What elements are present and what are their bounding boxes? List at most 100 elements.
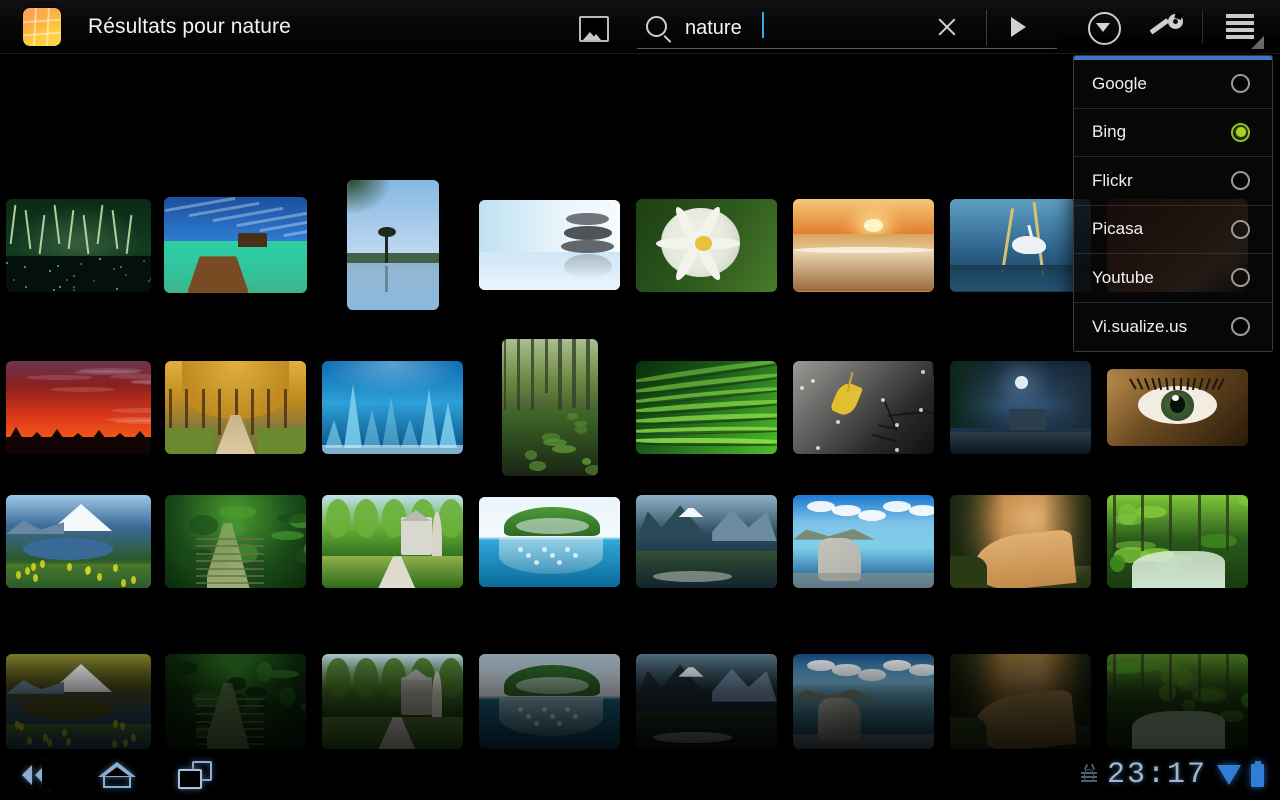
thumbnail-cell[interactable] (157, 654, 314, 749)
close-x-icon[interactable] (936, 16, 958, 38)
thumbnail-cell[interactable] (785, 495, 942, 588)
thumbnail-rocky-shore-turquoise-lake[interactable] (793, 495, 934, 588)
thumbnail-cell[interactable] (314, 654, 471, 749)
thumbnail-cell[interactable] (785, 180, 942, 310)
thumbnail-cell[interactable] (628, 654, 785, 749)
thumbnail-green-rice-terraces[interactable] (636, 361, 777, 454)
thumbnail-red-sunset-clouds[interactable] (6, 361, 151, 454)
thumbnail-cell[interactable] (471, 495, 628, 588)
thumbnail-cell[interactable] (314, 495, 471, 588)
thumbnail-close-up-green-eye[interactable] (1107, 369, 1248, 446)
thumbnail-winding-road-autumn-forest[interactable] (950, 495, 1091, 588)
thumbnail-lightning-storm-over-city[interactable] (6, 199, 151, 292)
status-clock: 23:17 (1107, 760, 1207, 790)
wifi-signal-icon (1217, 765, 1241, 785)
thumbnail-cell[interactable] (942, 495, 1099, 588)
thumbnail-sunset-beach-shoreline[interactable] (793, 199, 934, 292)
app-grid-icon[interactable] (23, 8, 61, 46)
engine-option-youtube[interactable]: Youtube (1074, 254, 1272, 303)
thumbnail-cell[interactable] (628, 339, 785, 476)
back-button[interactable] (0, 750, 78, 800)
thumbnail-cell[interactable] (1099, 654, 1256, 749)
engine-option-radio[interactable] (1231, 268, 1250, 287)
home-button[interactable] (78, 750, 156, 800)
thumbnail-green-forest-path-vertical[interactable] (502, 339, 598, 476)
thumbnail-zen-stones-on-water[interactable] (479, 200, 620, 290)
thumbnail-white-lily-flower[interactable] (636, 199, 777, 292)
thumbnail-cell[interactable] (942, 339, 1099, 476)
thumbnail-cell[interactable] (942, 654, 1099, 749)
play-triangle-icon[interactable] (1011, 17, 1026, 37)
thumbnail-cell[interactable] (1099, 339, 1256, 476)
thumbnail-cell[interactable] (628, 180, 785, 310)
thumbnail-cell[interactable] (157, 180, 314, 310)
engine-option-radio[interactable] (1231, 317, 1250, 336)
thumbnail-cell[interactable] (628, 495, 785, 588)
engine-option-bing[interactable]: Bing (1074, 109, 1272, 158)
thumbnail-moonlit-garden-house[interactable] (950, 361, 1091, 454)
thumbnail-cell[interactable] (0, 339, 157, 476)
engine-option-radio[interactable] (1231, 123, 1250, 142)
thumbnail-cell[interactable] (471, 339, 628, 476)
search-divider (986, 10, 987, 46)
thumbnail-cell[interactable] (471, 180, 628, 310)
engine-option-vi-sualize-us[interactable]: Vi.sualize.us (1074, 303, 1272, 352)
thumbnail-blue-ice-cave[interactable] (322, 361, 463, 454)
picture-icon[interactable] (579, 16, 609, 42)
menu-bar (1226, 35, 1254, 39)
thumbnail-autumn-tree-lined-road[interactable] (165, 361, 306, 454)
engine-option-radio[interactable] (1231, 74, 1250, 93)
thumbnail-cell[interactable] (0, 654, 157, 749)
wrench-icon[interactable] (1150, 13, 1184, 41)
engine-option-label: Bing (1092, 122, 1231, 142)
thumbnail-forest-stream-green[interactable] (1107, 495, 1248, 588)
engine-option-flickr[interactable]: Flickr (1074, 157, 1272, 206)
thumbnail-mountain-lake-wildflowers[interactable] (6, 495, 151, 588)
thumbnail-cell[interactable] (314, 180, 471, 310)
search-icon (646, 16, 667, 37)
hamburger-menu-icon[interactable] (1226, 13, 1256, 41)
menu-bar (1226, 14, 1254, 18)
thumbnail-cell[interactable] (1099, 495, 1256, 588)
text-cursor (762, 12, 764, 38)
thumbnail-mossy-boardwalk-in-jungle[interactable] (165, 495, 306, 588)
chevron-down-circle-icon[interactable] (1088, 12, 1121, 45)
thumbnail-cell[interactable] (0, 495, 157, 588)
thumbnail-dim-rocky-lake[interactable] (793, 654, 934, 749)
engine-option-label: Vi.sualize.us (1092, 317, 1231, 337)
thumbnail-cell[interactable] (0, 180, 157, 310)
thumbnail-tropical-pier-over-lagoon[interactable] (164, 197, 307, 293)
engine-option-picasa[interactable]: Picasa (1074, 206, 1272, 255)
thumbnail-cell[interactable] (157, 339, 314, 476)
engine-option-radio[interactable] (1231, 171, 1250, 190)
engine-option-google[interactable]: Google (1074, 60, 1272, 109)
thumbnail-yellow-leaf-on-dark-water[interactable] (793, 361, 934, 454)
engine-option-label: Youtube (1092, 268, 1231, 288)
thumbnail-dim-lake-autumn[interactable] (6, 654, 151, 749)
thumbnail-dim-garden-chapel[interactable] (322, 654, 463, 749)
thumbnail-cell[interactable] (785, 654, 942, 749)
thumbnail-heron-bird-at-water[interactable] (950, 199, 1091, 292)
thumbnail-cell[interactable] (314, 339, 471, 476)
recent-apps-button[interactable] (156, 750, 234, 800)
thumbnail-alpine-lake-valley[interactable] (636, 495, 777, 588)
thumbnail-dim-winding-road[interactable] (950, 654, 1091, 749)
thumbnail-row (0, 495, 1280, 588)
thumbnail-cell[interactable] (471, 654, 628, 749)
thumbnail-lone-tree-lake-reflection[interactable] (347, 180, 439, 310)
search-engine-dropdown[interactable]: Google Bing FlickrPicasa Youtube Vi.sualize.… (1073, 55, 1273, 352)
status-cluster[interactable]: 23:17 (1081, 760, 1280, 790)
action-bar: Résultats pour nature (0, 0, 1280, 54)
menu-corner-triangle (1251, 36, 1264, 49)
thumbnail-cell[interactable] (157, 495, 314, 588)
thumbnail-dim-green-boardwalk[interactable] (165, 654, 306, 749)
search-box[interactable] (637, 7, 1057, 49)
thumbnail-dim-forest-stream[interactable] (1107, 654, 1248, 749)
thumbnail-cell[interactable] (785, 339, 942, 476)
thumbnail-dim-floating-island[interactable] (479, 654, 620, 749)
thumbnail-garden-with-white-chapel[interactable] (322, 495, 463, 588)
search-input[interactable] (683, 10, 957, 46)
thumbnail-dim-alpine-lake[interactable] (636, 654, 777, 749)
thumbnail-floating-island-concept[interactable] (479, 497, 620, 587)
engine-option-radio[interactable] (1231, 220, 1250, 239)
